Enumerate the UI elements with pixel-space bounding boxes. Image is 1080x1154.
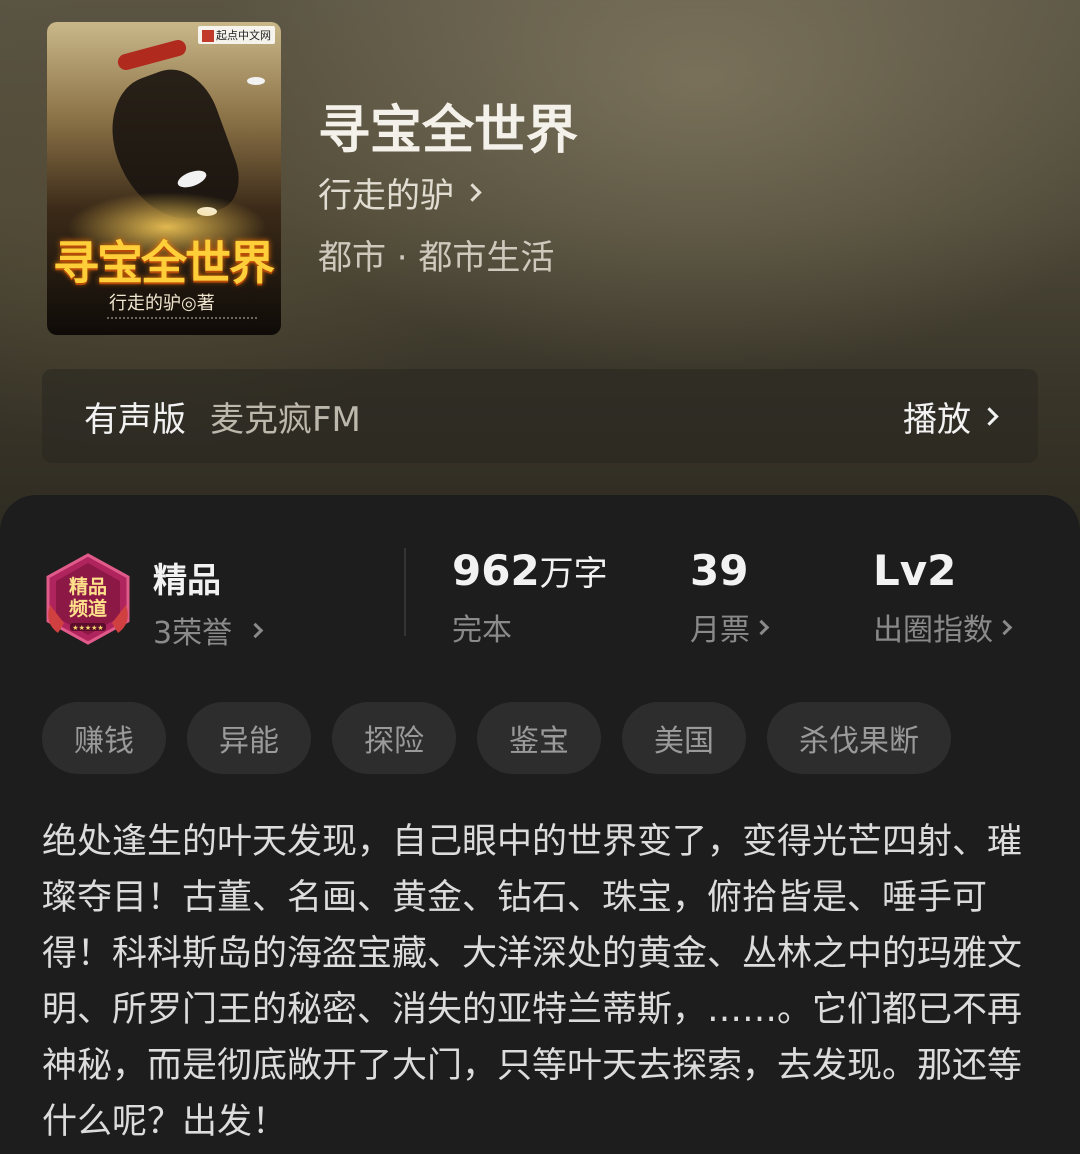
popularity-label: 出圈指数 <box>873 613 993 648</box>
chevron-right-icon <box>753 619 770 635</box>
book-cover[interactable]: 起点中文网 寻宝全世界 行走的驴◎著 <box>47 22 281 335</box>
svg-text:★★★★★: ★★★★★ <box>72 624 103 632</box>
audio-version-bar[interactable]: 有声版 麦克疯FM 播放 <box>42 369 1038 463</box>
book-genre: 都市 · 都市生活 <box>318 238 555 278</box>
book-title: 寻宝全世界 <box>318 100 579 161</box>
cover-publisher: 起点中文网 <box>198 26 275 44</box>
honor-stat[interactable]: 精品 3荣誉 <box>153 553 264 652</box>
cover-title: 寻宝全世界 <box>53 236 275 290</box>
cover-author: 行走的驴◎著 <box>109 293 215 314</box>
tag-chip[interactable]: 美国 <box>622 702 746 774</box>
audio-source: 麦克疯FM <box>210 399 361 440</box>
book-synopsis[interactable]: 绝处逢生的叶天发现，自己眼中的世界变了，变得光芒四射、璀璨夺目！古董、名画、黄金… <box>42 814 1042 1150</box>
completion-status: 完本 <box>452 613 512 648</box>
monthly-ticket-count: 39 <box>690 546 749 595</box>
tag-chip[interactable]: 杀伐果断 <box>767 702 951 774</box>
cover-bird <box>247 77 265 85</box>
author-name: 行走的驴 <box>318 176 454 216</box>
cover-fine-print <box>107 317 257 329</box>
svg-text:频道: 频道 <box>69 597 107 620</box>
cover-ribbon <box>116 38 188 72</box>
tag-chip[interactable]: 异能 <box>187 702 311 774</box>
monthly-ticket-stat[interactable]: 39 月票 <box>690 546 770 649</box>
chevron-right-icon <box>247 622 264 638</box>
chevron-right-icon <box>980 406 999 426</box>
chevron-right-icon <box>463 183 482 202</box>
word-count-stat: 962万字 完本 <box>452 546 608 649</box>
audio-play-label: 播放 <box>903 399 971 440</box>
audio-label: 有声版 <box>84 399 186 440</box>
author-link[interactable]: 行走的驴 <box>318 168 482 217</box>
popularity-level: Lv2 <box>873 546 957 595</box>
premium-channel-badge-icon[interactable]: 精品 频道 ★★★★★ <box>44 553 132 645</box>
tag-chip[interactable]: 探险 <box>332 702 456 774</box>
word-count-unit: 万字 <box>539 554 608 594</box>
word-count: 962 <box>452 546 540 595</box>
monthly-ticket-label: 月票 <box>690 613 750 648</box>
tag-list: 赚钱 异能 探险 鉴宝 美国 杀伐果断 <box>42 702 972 774</box>
svg-text:精品: 精品 <box>69 575 107 598</box>
badge-name: 精品 <box>153 561 221 601</box>
chevron-right-icon <box>996 619 1013 635</box>
tag-chip[interactable]: 鉴宝 <box>477 702 601 774</box>
honor-count: 3荣誉 <box>153 616 233 651</box>
tag-chip[interactable]: 赚钱 <box>42 702 166 774</box>
audio-play-button[interactable]: 播放 <box>903 392 999 441</box>
popularity-index-stat[interactable]: Lv2 出圈指数 <box>873 546 1013 649</box>
stat-divider <box>404 548 406 636</box>
